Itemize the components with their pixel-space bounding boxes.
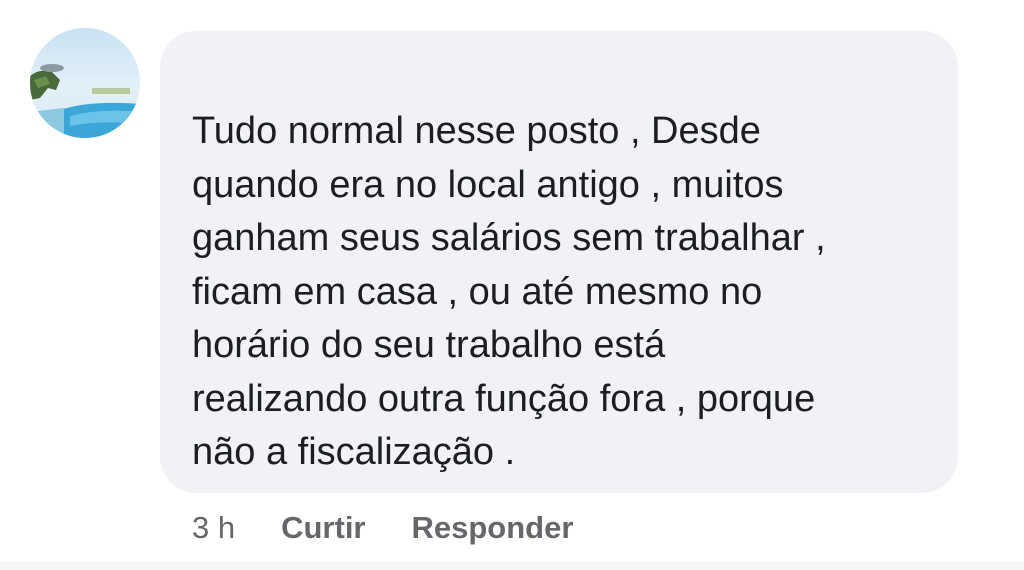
- comment-text: Tudo normal nesse posto , Desde quando e…: [192, 110, 826, 473]
- avatar-photo-icon: [30, 28, 140, 138]
- comment-timestamp[interactable]: 3 h: [192, 510, 235, 546]
- like-button[interactable]: Curtir: [281, 510, 365, 546]
- divider: [0, 562, 1024, 570]
- reply-button[interactable]: Responder: [412, 510, 574, 546]
- comment-view: Tudo normal nesse posto , Desde quando e…: [0, 0, 1024, 570]
- avatar[interactable]: [30, 28, 140, 138]
- comment-bubble: Tudo normal nesse posto , Desde quando e…: [160, 31, 958, 493]
- comment-actions: 3 h Curtir Responder: [192, 506, 619, 550]
